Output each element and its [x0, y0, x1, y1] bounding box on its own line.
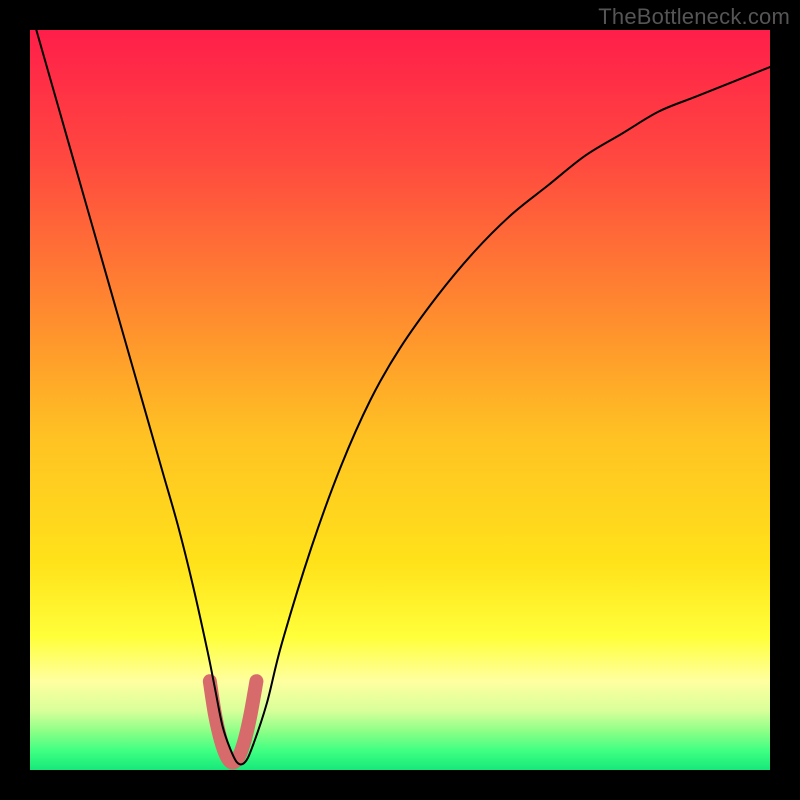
plot-area	[30, 30, 770, 770]
watermark-text: TheBottleneck.com	[598, 4, 790, 30]
curve-layer	[30, 30, 770, 770]
bottleneck-curve	[30, 30, 770, 764]
chart-frame: TheBottleneck.com	[0, 0, 800, 800]
